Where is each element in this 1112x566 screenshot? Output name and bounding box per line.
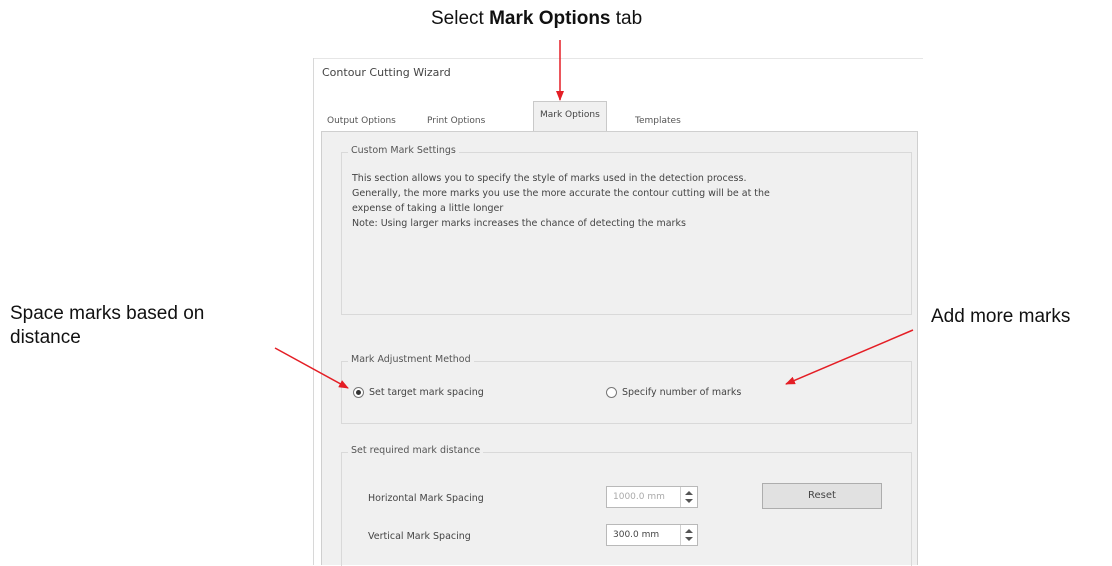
arrow-to-set-target-spacing <box>274 347 349 389</box>
arrow-to-specify-number <box>785 329 914 385</box>
annotation-arrows <box>274 40 914 389</box>
